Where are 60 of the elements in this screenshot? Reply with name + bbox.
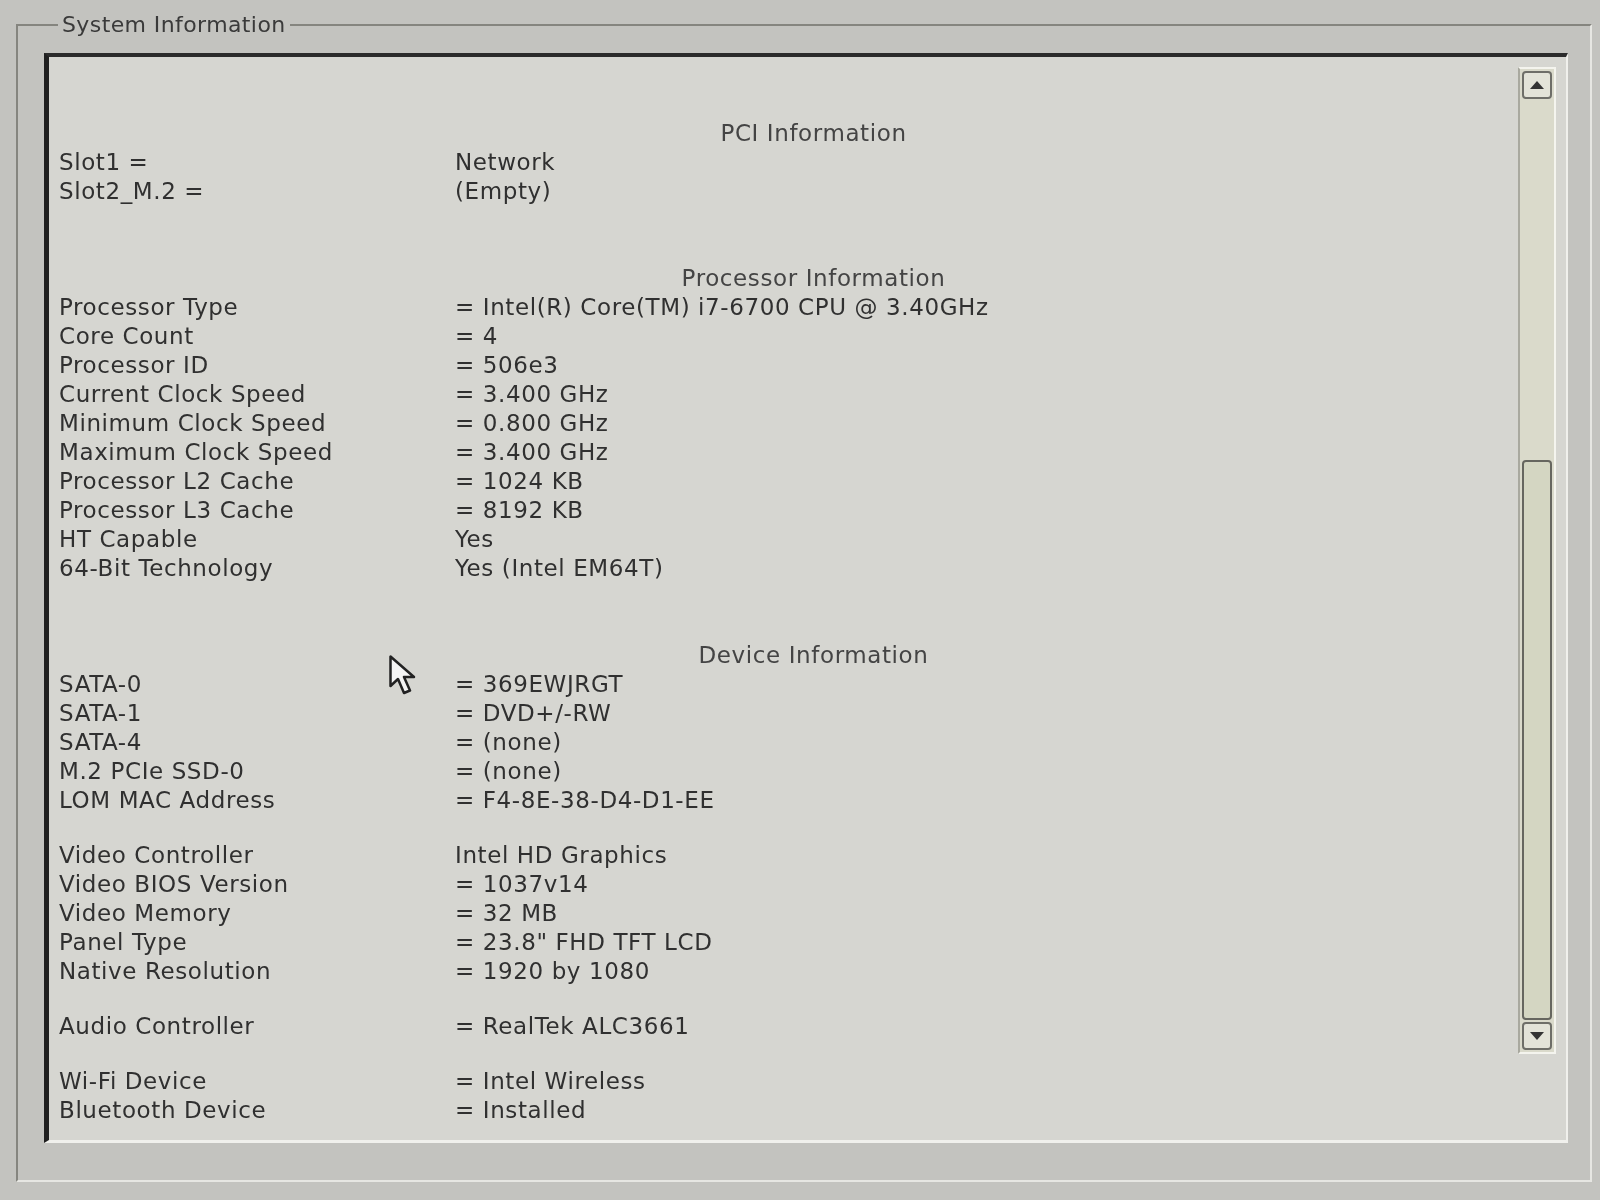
- field-label: SATA-1: [59, 699, 142, 728]
- field-value: = DVD+/-RW: [455, 699, 612, 728]
- field-label: Video BIOS Version: [59, 870, 289, 899]
- field-label: Video Controller: [59, 841, 254, 870]
- scrollbar-thumb[interactable]: [1522, 460, 1552, 1020]
- field-label: Slot2_M.2 =: [59, 177, 205, 206]
- triangle-down-icon: [1530, 1032, 1544, 1040]
- field-label: Panel Type: [59, 928, 188, 957]
- field-label: SATA-4: [59, 728, 142, 757]
- field-value: (Empty): [455, 177, 552, 206]
- field-value: = 1037v14: [455, 870, 589, 899]
- field-value: = 23.8" FHD TFT LCD: [455, 928, 713, 957]
- field-label: Native Resolution: [59, 957, 272, 986]
- field-label: Current Clock Speed: [59, 380, 306, 409]
- section-heading: Device Information: [698, 641, 929, 670]
- field-value: = 1024 KB: [455, 467, 584, 496]
- field-value: = 3.400 GHz: [455, 438, 609, 467]
- field-label: Processor ID: [59, 351, 209, 380]
- field-value: = Intel Wireless: [455, 1067, 646, 1096]
- field-label: LOM MAC Address: [59, 786, 276, 815]
- field-label: Core Count: [59, 322, 194, 351]
- field-value: = 369EWJRGT: [455, 670, 624, 699]
- field-label: Wi-Fi Device: [59, 1067, 208, 1096]
- field-label: SATA-0: [59, 670, 142, 699]
- field-label: Slot1 =: [59, 148, 149, 177]
- field-label: Processor Type: [59, 293, 239, 322]
- field-value: = 32 MB: [455, 899, 558, 928]
- field-value: = (none): [455, 728, 562, 757]
- field-value: = 4: [455, 322, 499, 351]
- field-label: Processor L2 Cache: [59, 467, 295, 496]
- field-value: Yes (Intel EM64T): [455, 554, 664, 583]
- field-label: Minimum Clock Speed: [59, 409, 327, 438]
- field-value: = Installed: [455, 1096, 587, 1125]
- field-label: Processor L3 Cache: [59, 496, 295, 525]
- triangle-up-icon: [1530, 81, 1544, 89]
- field-value: = 1920 by 1080: [455, 957, 650, 986]
- field-value: = F4-8E-38-D4-D1-EE: [455, 786, 715, 815]
- field-label: Audio Controller: [59, 1012, 255, 1041]
- section-heading: Processor Information: [681, 264, 946, 293]
- scroll-down-button[interactable]: [1522, 1022, 1552, 1050]
- field-value: Yes: [455, 525, 494, 554]
- field-label: 64-Bit Technology: [59, 554, 274, 583]
- scroll-up-button[interactable]: [1522, 71, 1552, 99]
- group-title: System Information: [61, 12, 287, 37]
- field-value: = 0.800 GHz: [455, 409, 609, 438]
- field-value: = (none): [455, 757, 562, 786]
- field-value: = Intel(R) Core(TM) i7-6700 CPU @ 3.40GHz: [455, 293, 989, 322]
- field-value: = 3.400 GHz: [455, 380, 609, 409]
- field-value: = 8192 KB: [455, 496, 584, 525]
- field-label: Bluetooth Device: [59, 1096, 267, 1125]
- section-heading: PCI Information: [720, 119, 907, 148]
- field-value: = 506e3: [455, 351, 559, 380]
- field-value: Intel HD Graphics: [455, 841, 668, 870]
- field-label: Video Memory: [59, 899, 232, 928]
- field-label: Maximum Clock Speed: [59, 438, 333, 467]
- field-label: HT Capable: [59, 525, 198, 554]
- scrollbar[interactable]: [1518, 67, 1556, 1054]
- field-label: M.2 PCIe SSD-0: [59, 757, 245, 786]
- field-value: = RealTek ALC3661: [455, 1012, 690, 1041]
- field-value: Network: [455, 148, 556, 177]
